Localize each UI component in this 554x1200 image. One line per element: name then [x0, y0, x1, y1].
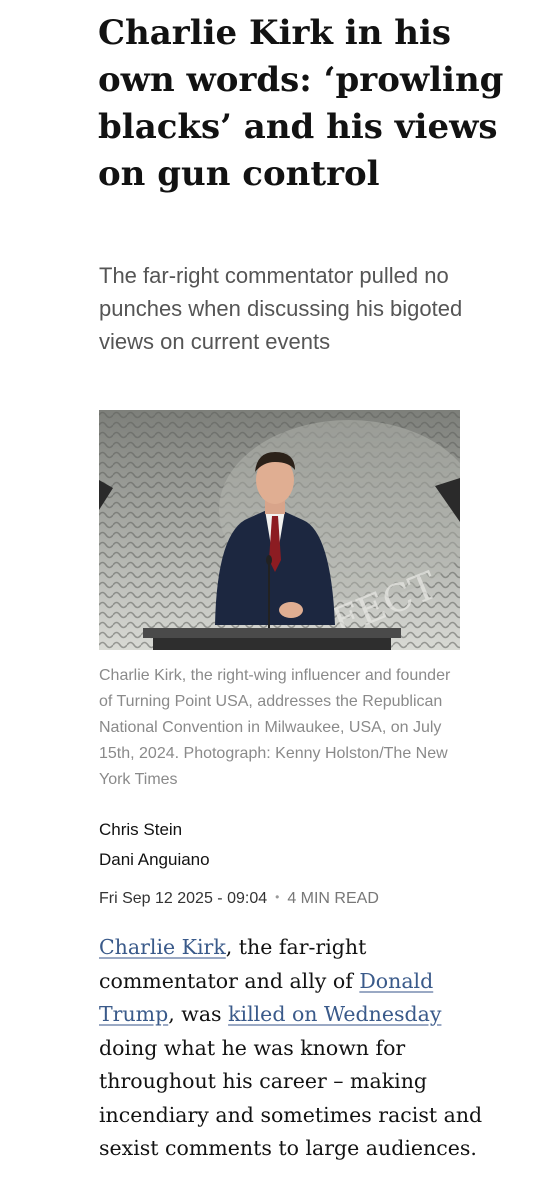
author-name[interactable]: Dani Anguiano: [99, 845, 210, 875]
article-body-paragraph: Charlie Kirk, the far-right commentator …: [99, 931, 499, 1166]
read-time: 4 MIN READ: [287, 890, 379, 907]
article-headline: Charlie Kirk in his own words: ‘prowling…: [98, 13, 504, 194]
article-page: Charlie Kirk in his own words: ‘prowling…: [0, 0, 554, 1200]
author-list: Chris Stein Dani Anguiano: [99, 815, 210, 875]
body-text-segment: , was: [168, 1002, 229, 1026]
publish-date: Fri Sep 12 2025 - 09:04: [99, 890, 268, 907]
article-photo[interactable]: FECT: [99, 410, 460, 650]
link-killed-on-wednesday[interactable]: killed on Wednesday: [228, 1002, 441, 1026]
meta-separator: •: [275, 890, 280, 904]
article-standfirst: The far-right commentator pulled no punc…: [99, 263, 463, 354]
body-text-segment: doing what he was known for throughout h…: [99, 1035, 483, 1161]
photo-caption: Charlie Kirk, the right-wing influencer …: [99, 667, 451, 788]
article-meta: Fri Sep 12 2025 - 09:04 • 4 MIN READ: [99, 884, 379, 912]
author-name[interactable]: Chris Stein: [99, 815, 210, 845]
link-charlie-kirk[interactable]: Charlie Kirk: [99, 935, 226, 959]
